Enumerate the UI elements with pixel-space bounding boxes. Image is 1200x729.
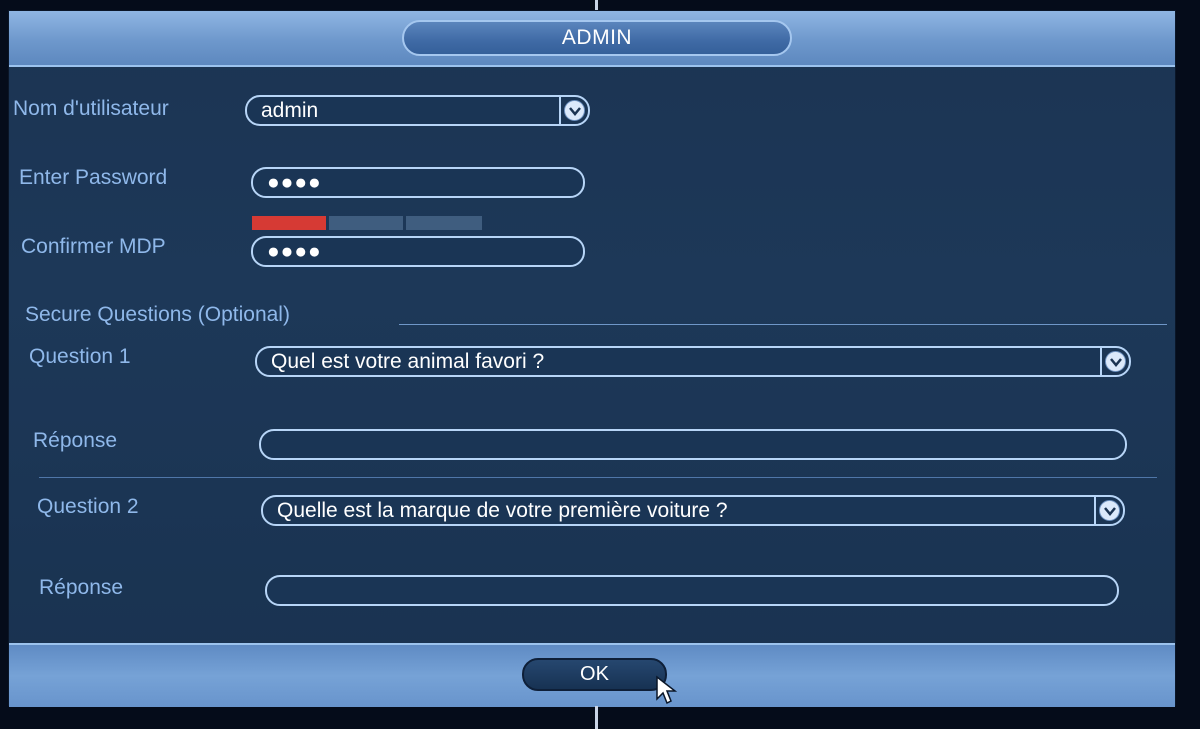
password-strength-strong [406,216,482,230]
password-strength-weak [252,216,326,230]
dialog-title: ADMIN [402,20,792,56]
dropdown-divider [1094,497,1096,524]
section-divider [39,477,1157,478]
answer1-label: Réponse [33,429,118,452]
confirm-password-field[interactable]: ●●●● [251,236,585,267]
password-field[interactable]: ●●●● [251,167,585,198]
section-divider [399,324,1167,325]
question2-select[interactable]: Quelle est la marque de votre première v… [261,495,1125,526]
dropdown-divider [1100,348,1102,375]
username-select[interactable]: admin [245,95,590,126]
dropdown-divider [559,97,561,124]
secure-questions-heading: Secure Questions (Optional) [25,303,290,326]
password-strength-medium [329,216,403,230]
answer1-field[interactable] [259,429,1127,460]
question2-value: Quelle est la marque de votre première v… [277,499,728,522]
admin-dialog: ADMIN Nom d'utilisateur admin Enter Pass… [8,10,1176,707]
chevron-down-icon[interactable] [1099,500,1120,521]
title-bar: ADMIN [9,11,1175,67]
username-value: admin [261,99,319,122]
screen-bezel-line [595,706,598,729]
confirm-password-label: Confirmer MDP [21,235,166,258]
username-label: Nom d'utilisateur [13,97,169,120]
ok-button[interactable]: OK [522,658,667,691]
confirm-password-value: ●●●● [267,240,322,263]
question2-label: Question 2 [37,495,139,518]
question1-value: Quel est votre animal favori ? [271,350,545,373]
question1-select[interactable]: Quel est votre animal favori ? [255,346,1131,377]
chevron-down-icon[interactable] [1105,351,1126,372]
question1-label: Question 1 [29,345,131,368]
answer2-field[interactable] [265,575,1119,606]
password-value: ●●●● [267,171,322,194]
chevron-down-icon[interactable] [564,100,585,121]
mouse-pointer-icon [656,675,678,705]
password-label: Enter Password [19,166,168,189]
answer2-label: Réponse [39,576,124,599]
